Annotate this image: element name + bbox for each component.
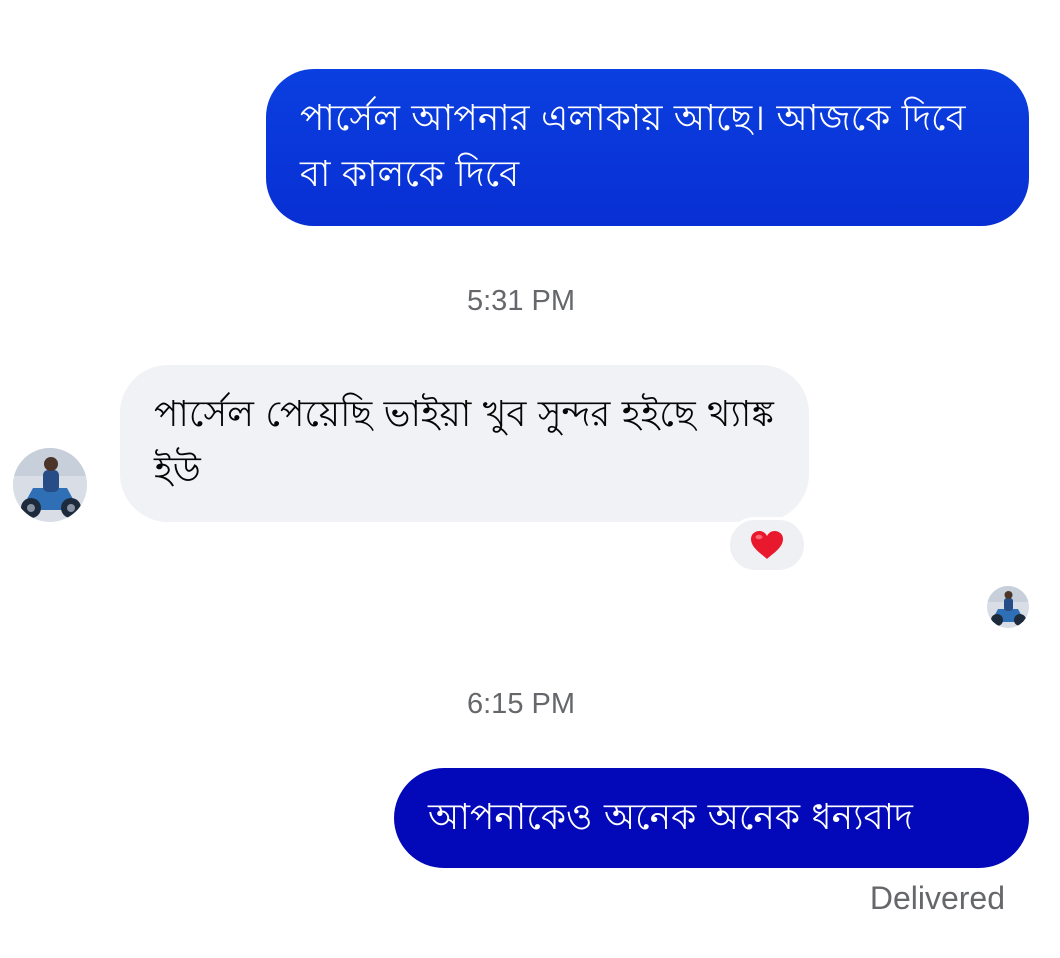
delivery-status: Delivered — [869, 880, 1005, 916]
message-timestamp: 5:31 PM — [467, 285, 575, 317]
incoming-message[interactable]: পার্সেল পেয়েছি ভাইয়া খুব সুন্দর হইছে থ… — [120, 365, 809, 522]
read-receipt-avatar — [987, 586, 1029, 628]
outgoing-message[interactable]: পার্সেল আপনার এলাকায় আছে। আজকে দিবে বা … — [266, 69, 1029, 226]
contact-avatar[interactable] — [13, 448, 87, 522]
message-reaction[interactable] — [727, 517, 807, 573]
chat-thread: পার্সেল আপনার এলাকায় আছে। আজকে দিবে বা … — [0, 0, 1060, 958]
heart-icon — [751, 531, 783, 559]
outgoing-message[interactable]: আপনাকেও অনেক অনেক ধন্যবাদ — [394, 768, 1029, 868]
message-timestamp: 6:15 PM — [467, 688, 575, 720]
